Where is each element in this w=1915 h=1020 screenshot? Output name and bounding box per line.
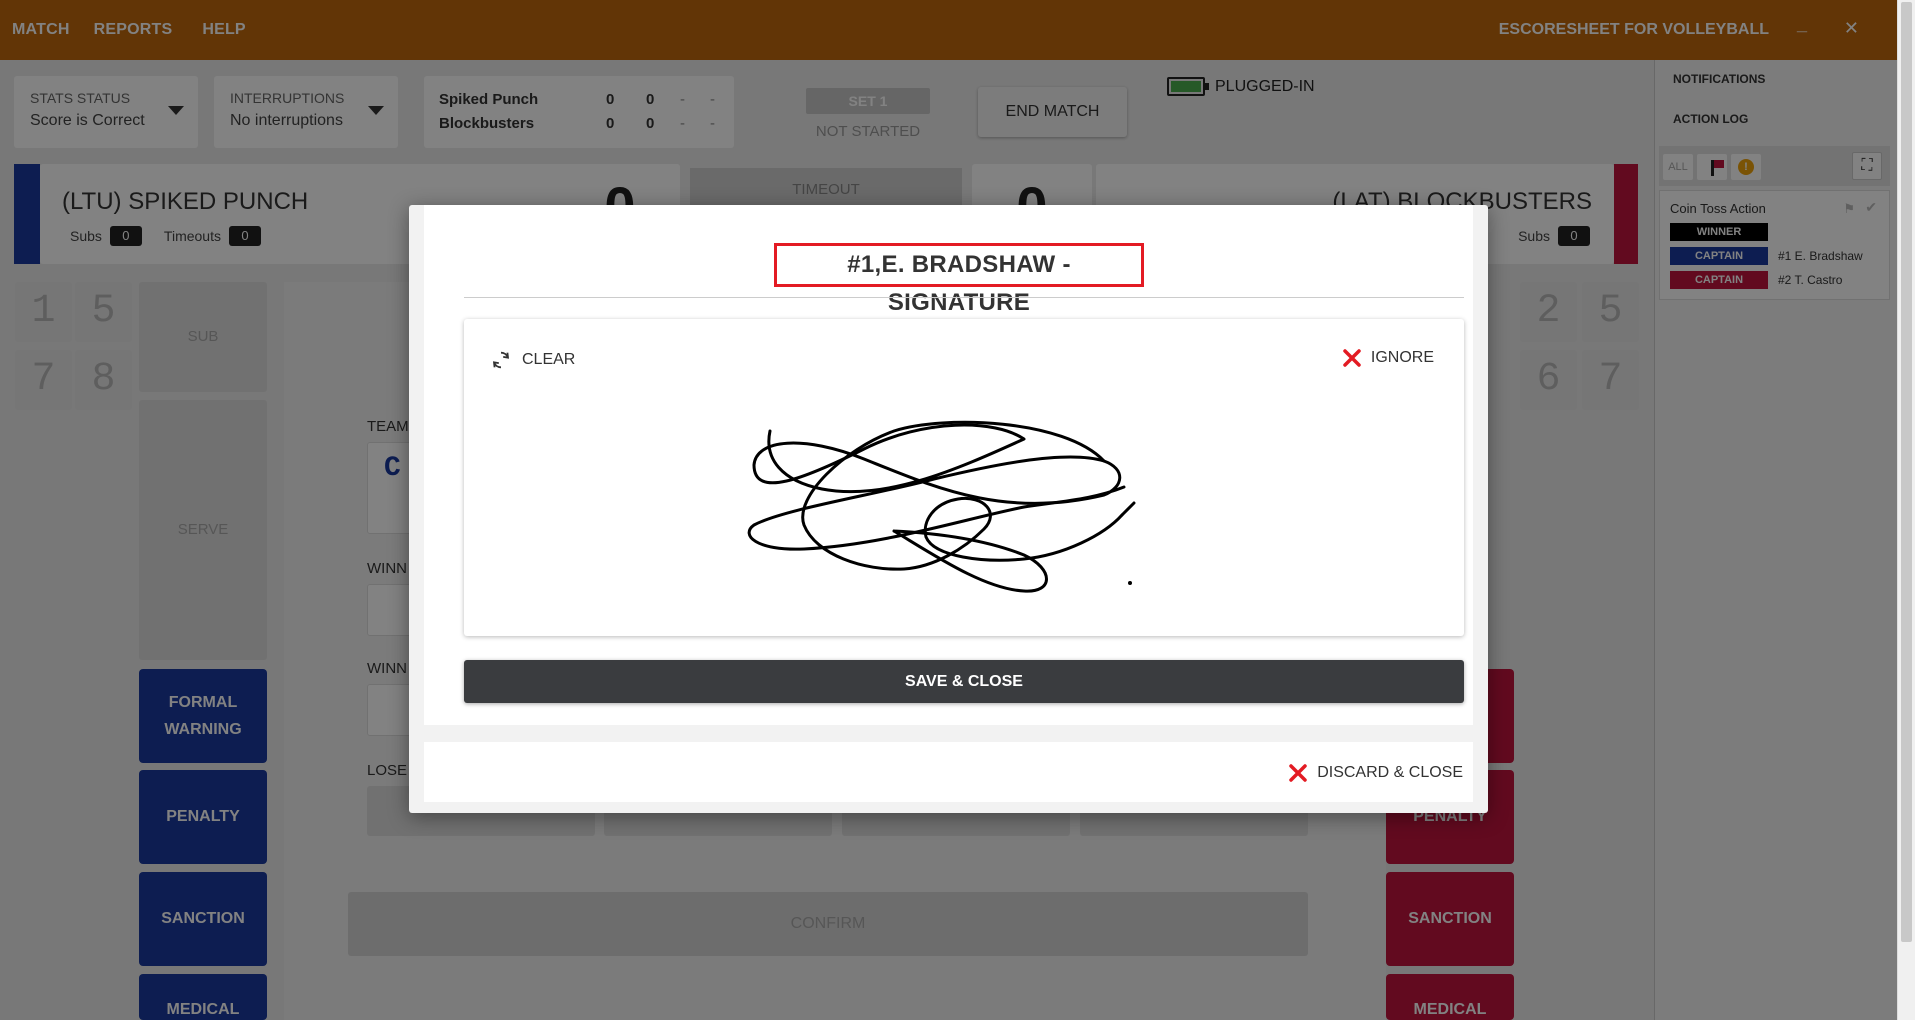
signature-dialog: #1,E. BRADSHAW - SIGNATURE CLEAR IGNORE: [409, 205, 1488, 813]
vertical-scrollbar[interactable]: [1897, 0, 1915, 1020]
discard-close-label: DISCARD & CLOSE: [1317, 764, 1463, 781]
divider: [464, 297, 1464, 298]
signature-pad[interactable]: CLEAR IGNORE: [464, 319, 1464, 636]
signature-dialog-title: #1,E. BRADSHAW - SIGNATURE: [774, 243, 1144, 316]
scrollbar-thumb[interactable]: [1901, 2, 1912, 942]
signature-dialog-body: #1,E. BRADSHAW - SIGNATURE CLEAR IGNORE: [424, 205, 1473, 725]
save-close-button[interactable]: SAVE & CLOSE: [464, 660, 1464, 703]
signature-dialog-footer: DISCARD & CLOSE: [424, 742, 1473, 802]
signature-drawing: [747, 420, 1136, 593]
close-icon: [1289, 764, 1307, 782]
discard-close-button[interactable]: DISCARD & CLOSE: [1289, 764, 1463, 782]
